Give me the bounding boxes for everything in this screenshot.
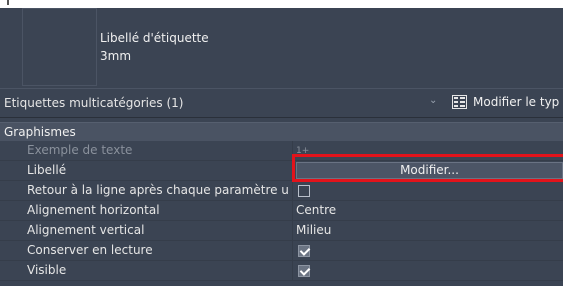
property-name: Visible: [27, 263, 67, 277]
type-selector[interactable]: Etiquettes multicatégories (1) ⌄ Modifie…: [0, 88, 563, 118]
property-row-conserver-lecture: Conserver en lecture: [0, 241, 563, 261]
group-header-graphismes[interactable]: Graphismes: [0, 122, 563, 141]
property-row-exemple-texte: Exemple de texte 1+: [0, 141, 563, 161]
edit-type-button[interactable]: Modifier le typ: [452, 95, 559, 109]
chevron-down-icon[interactable]: ⌄: [429, 95, 437, 106]
type-preview-header: Libellé d'étiquette 3mm: [0, 8, 563, 88]
column-divider: [292, 241, 293, 261]
property-name: Retour à la ligne après chaque paramètre…: [27, 183, 289, 197]
property-value-dropdown[interactable]: Centre: [296, 203, 336, 217]
edit-type-icon[interactable]: [452, 95, 467, 109]
properties-panel: Graphismes Exemple de texte 1+ Libellé M…: [0, 122, 563, 281]
property-row-retour-ligne: Retour à la ligne après chaque paramètre…: [0, 181, 563, 201]
property-row-alignement-vertical: Alignement vertical Milieu: [0, 221, 563, 241]
property-value: 1+: [296, 146, 310, 156]
type-size: 3mm: [100, 49, 132, 63]
modifier-button[interactable]: Modifier...: [296, 162, 563, 179]
property-row-alignement-horizontal: Alignement horizontal Centre: [0, 201, 563, 221]
checkbox-checked[interactable]: [298, 265, 310, 277]
column-divider: [292, 261, 293, 281]
property-value-dropdown[interactable]: Milieu: [296, 223, 331, 237]
property-name: Exemple de texte: [27, 143, 133, 157]
tick-mark: [7, 0, 9, 5]
top-strip: [0, 0, 563, 8]
property-row-visible: Visible: [0, 261, 563, 281]
property-name: Conserver en lecture: [27, 243, 153, 257]
column-divider: [292, 181, 293, 201]
column-divider: [292, 221, 293, 241]
property-name: Libellé: [27, 163, 67, 177]
edit-type-label[interactable]: Modifier le typ: [473, 95, 559, 109]
column-divider: [292, 161, 293, 181]
checkbox-checked[interactable]: [298, 245, 310, 257]
type-selector-label[interactable]: Etiquettes multicatégories (1): [4, 96, 183, 110]
property-name: Alignement vertical: [27, 223, 145, 237]
column-divider: [292, 141, 293, 161]
type-name: Libellé d'étiquette: [100, 31, 209, 45]
property-name: Alignement horizontal: [27, 203, 160, 217]
checkbox[interactable]: [298, 185, 310, 197]
column-divider: [292, 201, 293, 221]
type-preview-image: [22, 8, 97, 86]
property-row-libelle: Libellé Modifier...: [0, 161, 563, 181]
